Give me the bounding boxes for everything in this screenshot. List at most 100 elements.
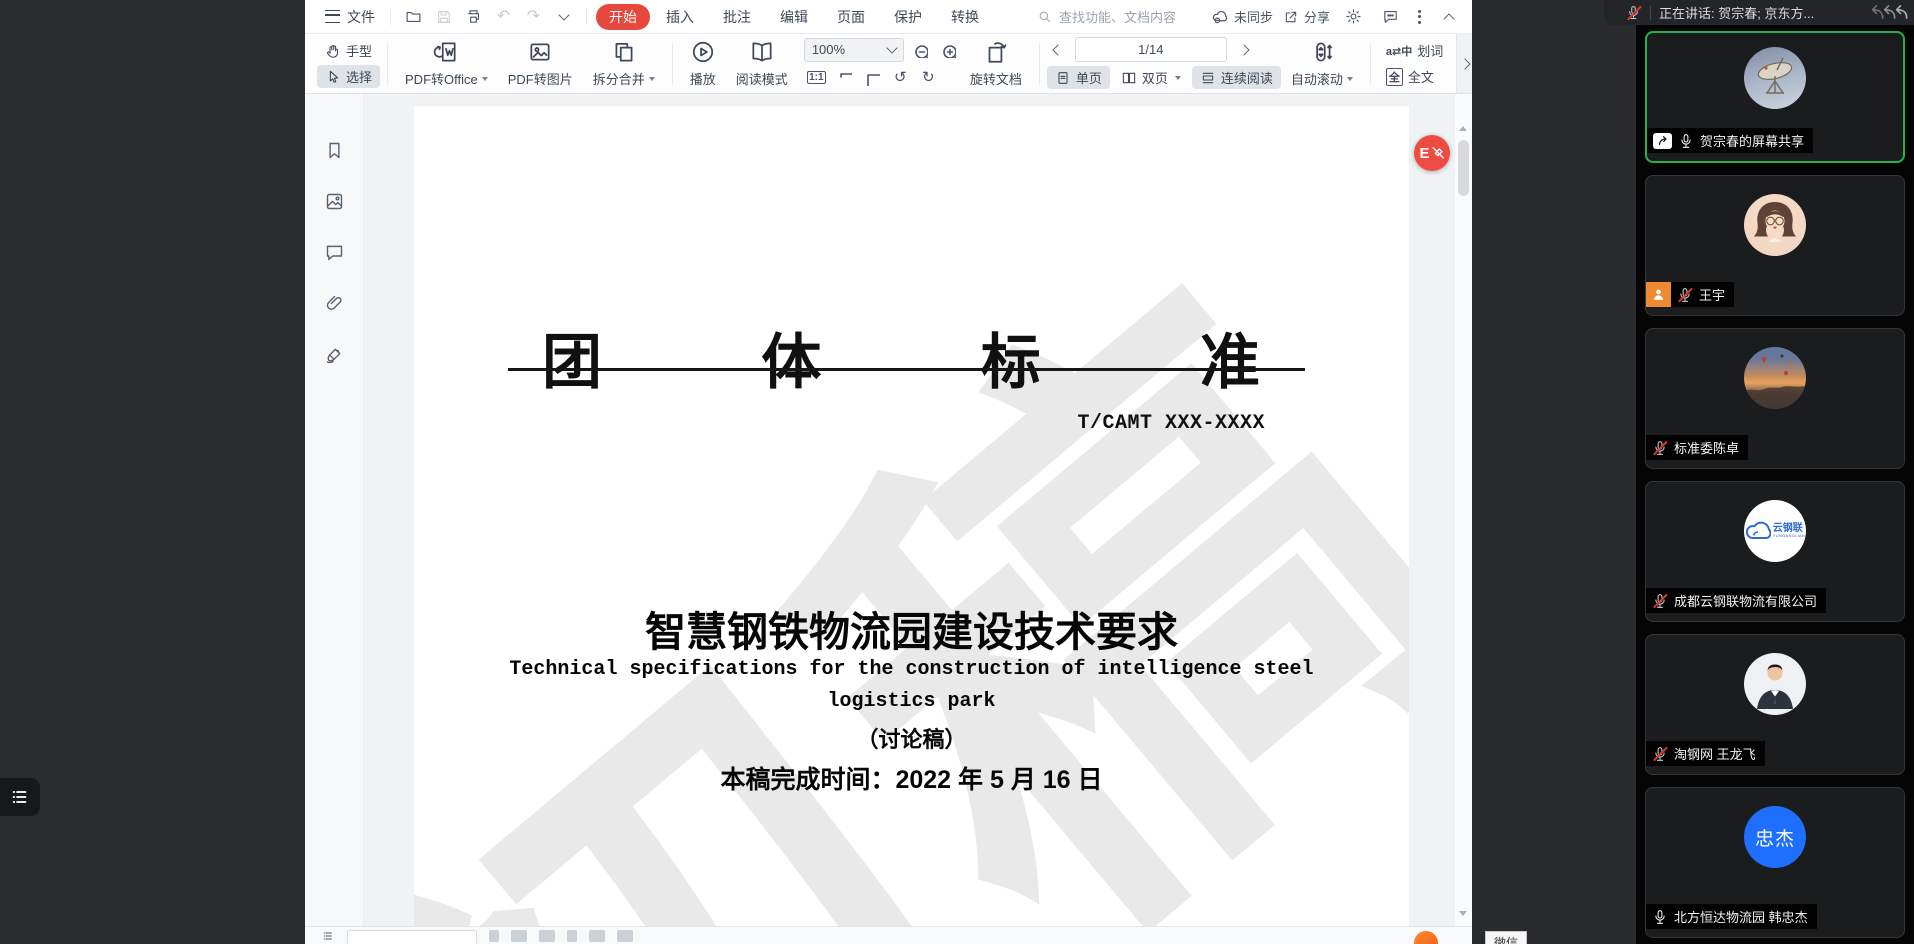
participant-tile[interactable]: 忠杰 北方恒达物流园 韩忠杰 — [1645, 787, 1905, 938]
rotate-right-button[interactable]: ↻ — [916, 67, 941, 89]
header-char: 团 — [542, 314, 602, 401]
rotate-document-button[interactable]: 旋转文档 — [960, 37, 1032, 91]
tab-annotate[interactable]: 批注 — [710, 4, 764, 30]
redo-icon: ↷ — [527, 9, 540, 25]
status-icon[interactable] — [617, 930, 633, 942]
status-page-input[interactable] — [347, 930, 477, 944]
zoom-level-select[interactable]: 100% — [804, 38, 904, 62]
dropdown-arrow-icon — [1175, 76, 1181, 80]
undo-button[interactable]: ↶ — [490, 4, 517, 29]
divider — [387, 44, 388, 84]
vertical-scrollbar[interactable] — [1454, 94, 1472, 926]
save-button[interactable] — [430, 4, 457, 29]
tab-edit[interactable]: 编辑 — [767, 4, 821, 30]
single-page-button[interactable]: 单页 — [1047, 66, 1110, 89]
actual-size-button[interactable]: 1:1 — [804, 67, 829, 89]
scroll-down-arrow[interactable] — [1459, 911, 1467, 916]
more-menu-button[interactable] — [1414, 10, 1425, 24]
pdf-to-office-button[interactable]: PDF转Office — [395, 37, 498, 91]
select-tool-button[interactable]: 选择 — [317, 65, 380, 88]
status-icon[interactable] — [489, 930, 499, 942]
participant-tile[interactable]: 贺宗春的屏幕共享 — [1645, 31, 1905, 163]
edit-badge-letter: E — [1419, 145, 1429, 162]
auto-scroll-button[interactable]: 自动滚动 — [1281, 37, 1363, 91]
zoom-in-button[interactable] — [935, 39, 960, 61]
participant-name: 标准委陈卓 — [1674, 438, 1739, 457]
participant-tile[interactable]: 王宇 — [1645, 175, 1905, 316]
open-file-button[interactable] — [400, 4, 427, 29]
quick-access-expand-button[interactable] — [550, 4, 577, 29]
tab-insert[interactable]: 插入 — [653, 4, 707, 30]
sync-status-button[interactable]: 未同步 — [1211, 7, 1273, 26]
word-translate-button[interactable]: a⇄中 划词 — [1378, 39, 1451, 62]
search-placeholder: 查找功能、文档内容 — [1059, 7, 1176, 26]
participant-label: 北方恒达物流园 韩忠杰 — [1646, 904, 1817, 929]
comments-panel-button[interactable] — [320, 238, 348, 266]
bookmarks-panel-button[interactable] — [320, 136, 348, 164]
file-menu-button[interactable]: 文件 — [319, 5, 381, 29]
images-panel-button[interactable] — [320, 187, 348, 215]
chat-icon — [1382, 8, 1399, 25]
status-icon[interactable] — [567, 930, 577, 942]
split-merge-button[interactable]: 拆分合并 — [583, 37, 665, 91]
app-logo-icon[interactable] — [1414, 931, 1438, 944]
participant-label: 贺宗春的屏幕共享 — [1647, 128, 1813, 153]
image-icon — [324, 191, 345, 212]
zoom-out-button[interactable] — [907, 39, 932, 61]
redo-button[interactable]: ↷ — [520, 4, 547, 29]
status-icon[interactable] — [511, 930, 527, 942]
reply-arrow-icon — [1878, 3, 1898, 23]
continuous-reading-button[interactable]: 连续阅读 — [1192, 66, 1281, 89]
pdf-to-image-button[interactable]: PDF转图片 — [498, 37, 583, 91]
mic-muted-icon — [1652, 593, 1668, 609]
tab-home[interactable]: 开始 — [596, 4, 650, 30]
edit-disabled-badge[interactable]: E — [1414, 135, 1450, 171]
participant-tile[interactable]: 云钢联 YUNGANGLIAN 成都云钢联物流有限公司 — [1645, 481, 1905, 622]
speaking-bar-controls[interactable] — [1866, 3, 1910, 23]
participant-tile[interactable]: 标准委陈卓 — [1645, 328, 1905, 469]
chevron-right-icon — [1238, 44, 1249, 55]
participant-name: 贺宗春的屏幕共享 — [1700, 131, 1804, 150]
screen-root: 文件 ↶ ↷ 开始 插入 批注 编辑 页面 保护 转换 查找功能、文档内容 — [0, 0, 1914, 944]
page-number-input[interactable]: 1/14 — [1075, 37, 1227, 62]
member-list-button[interactable] — [0, 778, 40, 816]
toolbar-overflow-button[interactable] — [1456, 34, 1472, 93]
feedback-button[interactable] — [1377, 4, 1404, 29]
participant-name: 成都云钢联物流有限公司 — [1674, 591, 1817, 610]
tab-protect[interactable]: 保护 — [881, 4, 935, 30]
gear-icon — [1345, 8, 1362, 25]
fit-width-button[interactable] — [832, 67, 857, 89]
print-button[interactable] — [460, 4, 487, 29]
header-char: 准 — [1200, 314, 1260, 401]
attachments-panel-button[interactable] — [320, 289, 348, 317]
search-input[interactable]: 查找功能、文档内容 — [1037, 7, 1205, 26]
previous-page-button[interactable] — [1047, 39, 1069, 61]
rotate-left-button[interactable]: ↺ — [888, 67, 913, 89]
collapse-toolbar-button[interactable] — [1435, 4, 1462, 29]
folder-icon — [405, 8, 422, 25]
signature-panel-button[interactable] — [320, 340, 348, 368]
fit-page-button[interactable] — [860, 67, 885, 89]
status-icon[interactable] — [589, 930, 605, 942]
document-subtitle-en-line2: logistics park — [414, 690, 1409, 713]
scroll-up-arrow[interactable] — [1459, 126, 1467, 131]
participant-tile[interactable]: 淘钢网 王龙飞 — [1645, 634, 1905, 775]
status-icon[interactable] — [539, 930, 555, 942]
play-button[interactable]: 播放 — [680, 37, 726, 91]
full-translate-button[interactable]: 全 全文 — [1378, 65, 1451, 88]
hand-tool-button[interactable]: 手型 — [317, 39, 380, 62]
double-page-icon — [1121, 70, 1137, 86]
tab-convert[interactable]: 转换 — [938, 4, 992, 30]
tab-page[interactable]: 页面 — [824, 4, 878, 30]
presence-indicator — [1646, 282, 1671, 307]
double-page-button[interactable]: 双页 — [1113, 66, 1189, 89]
select-tool-label: 选择 — [346, 67, 372, 86]
zoom-level-value: 100% — [812, 42, 845, 57]
thumbnail-toggle-icon[interactable] — [321, 930, 335, 942]
read-mode-button[interactable]: 阅读模式 — [726, 37, 798, 91]
settings-button[interactable] — [1340, 4, 1367, 29]
scrollbar-thumb[interactable] — [1458, 140, 1469, 196]
share-button[interactable]: 分享 — [1283, 7, 1330, 26]
chevron-down-icon — [558, 9, 569, 20]
next-page-button[interactable] — [1233, 39, 1255, 61]
